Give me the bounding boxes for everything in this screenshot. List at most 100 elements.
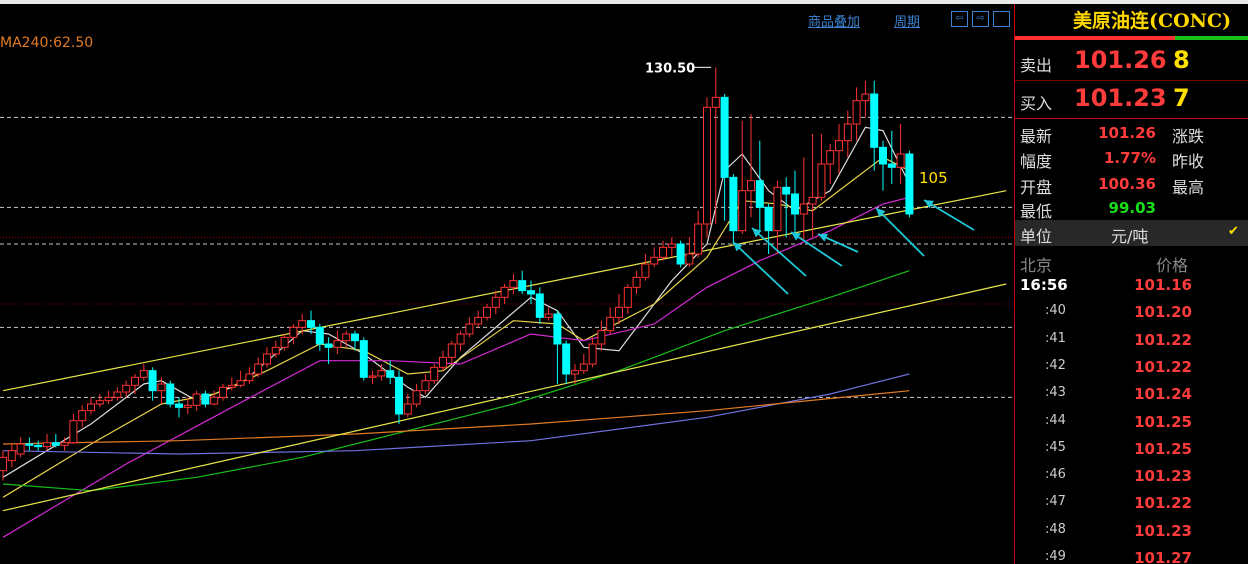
divider — [1015, 80, 1248, 81]
candle-body — [95, 400, 104, 405]
candle-body — [773, 186, 782, 232]
sell-price: 101.26 — [1074, 46, 1167, 74]
check-icon[interactable]: ✔ — [1228, 224, 1239, 239]
candle-body — [826, 150, 835, 165]
tick-price: 101.20 — [1134, 303, 1192, 322]
candle-body — [571, 370, 579, 375]
period-link[interactable]: 周期 — [894, 11, 920, 30]
tick-time: :45 — [1045, 439, 1066, 455]
candle-body — [606, 316, 615, 332]
panel-title-bar: 美原油连(CONC) — [1015, 4, 1248, 35]
candle-body — [447, 343, 456, 358]
candle-body — [351, 333, 359, 342]
candle-body — [386, 370, 395, 378]
candle-body — [245, 373, 254, 382]
candle-body — [271, 346, 280, 355]
unit-label: 单位 — [1020, 227, 1053, 246]
tick-row: 16:56 101.16 — [1015, 276, 1248, 303]
candle-body — [51, 442, 60, 446]
open-value: 100.36 — [1098, 175, 1156, 193]
candle-body — [289, 326, 298, 338]
overlay-link[interactable]: 商品叠加 — [808, 11, 860, 30]
chart-canvas[interactable]: 130.50 105 — [0, 4, 1014, 564]
tick-row: :43 101.24 — [1015, 385, 1248, 412]
candle-body — [544, 313, 553, 318]
instrument-title: 美原油连(CONC) — [1073, 10, 1232, 32]
title-bar-red — [1015, 36, 1175, 40]
candle-body — [755, 180, 764, 208]
high-label: 最高 — [1172, 178, 1205, 197]
tick-price: 101.16 — [1134, 276, 1192, 294]
buy-volume: 7 — [1173, 84, 1190, 112]
candle-body — [729, 176, 738, 232]
candle-body — [166, 383, 175, 405]
candle-body — [615, 306, 623, 318]
tick-row: :45 101.25 — [1015, 440, 1248, 467]
level-label: 105 — [919, 169, 948, 187]
candle-body — [0, 456, 7, 472]
candlestick-chart[interactable]: 130.50 105 MA240:62.50 商品叠加 周期 ⇦ ⇨ — [0, 4, 1014, 564]
candle-body — [623, 286, 632, 308]
candle-body — [412, 390, 421, 405]
arrow-right-icon[interactable]: ⇨ — [972, 11, 989, 27]
candle-body — [439, 356, 447, 368]
candle-body — [896, 153, 905, 168]
ma20-line — [2, 196, 910, 538]
candle-body — [25, 443, 34, 446]
candle-body — [843, 123, 852, 142]
candle-body — [650, 256, 659, 265]
low-value: 99.03 — [1108, 199, 1156, 217]
candle-body — [579, 363, 588, 372]
candle-body — [148, 370, 157, 392]
candle-body — [201, 393, 210, 405]
tick-price: 101.23 — [1134, 521, 1192, 540]
candle-body — [430, 366, 439, 382]
tick-row: :40 101.20 — [1015, 303, 1248, 330]
candle-body — [509, 280, 518, 288]
candle-body — [905, 153, 914, 215]
candle-body — [799, 203, 808, 215]
candle-body — [333, 340, 342, 348]
tick-price: 101.22 — [1134, 494, 1192, 513]
tick-time: :41 — [1045, 330, 1066, 346]
candle-body — [122, 384, 131, 393]
sell-volume: 8 — [1173, 46, 1190, 74]
candle-body — [342, 333, 351, 342]
col-beijing: 北京 — [1020, 256, 1053, 275]
layout-box-icon[interactable] — [993, 11, 1010, 27]
candle-body — [641, 263, 650, 278]
candle-body — [474, 316, 483, 325]
candle-body — [16, 443, 25, 455]
candle-body — [711, 96, 720, 108]
col-price: 价格 — [1156, 256, 1189, 275]
divider — [1015, 118, 1248, 119]
candle-body — [359, 340, 368, 378]
candle-body — [368, 375, 377, 378]
tick-time: :47 — [1045, 494, 1066, 510]
candle-body — [483, 306, 491, 318]
candle-body — [553, 313, 562, 345]
tick-row: :46 101.23 — [1015, 467, 1248, 494]
candle-body — [421, 380, 430, 392]
candle-body — [720, 96, 729, 178]
tick-row: :48 101.23 — [1015, 522, 1248, 549]
latest-label: 最新 — [1020, 127, 1053, 146]
tick-price: 101.22 — [1134, 330, 1192, 349]
candle-body — [139, 370, 148, 378]
tick-time: :40 — [1045, 303, 1066, 319]
candle-body — [69, 420, 78, 444]
tick-row: :44 101.25 — [1015, 413, 1248, 440]
candle-body — [738, 190, 747, 232]
tick-price: 101.25 — [1134, 439, 1192, 458]
candle-body — [817, 163, 826, 198]
candle-body — [34, 444, 43, 448]
candle-body — [254, 363, 263, 375]
candle-body — [78, 410, 87, 422]
candle-body — [527, 290, 535, 295]
tick-row: :49 101.27 — [1015, 549, 1248, 564]
candle-body — [676, 243, 685, 265]
candle-body — [667, 243, 676, 248]
range-label: 幅度 — [1020, 152, 1053, 171]
arrow-left-icon[interactable]: ⇦ — [951, 11, 968, 27]
candle-body — [456, 333, 465, 345]
